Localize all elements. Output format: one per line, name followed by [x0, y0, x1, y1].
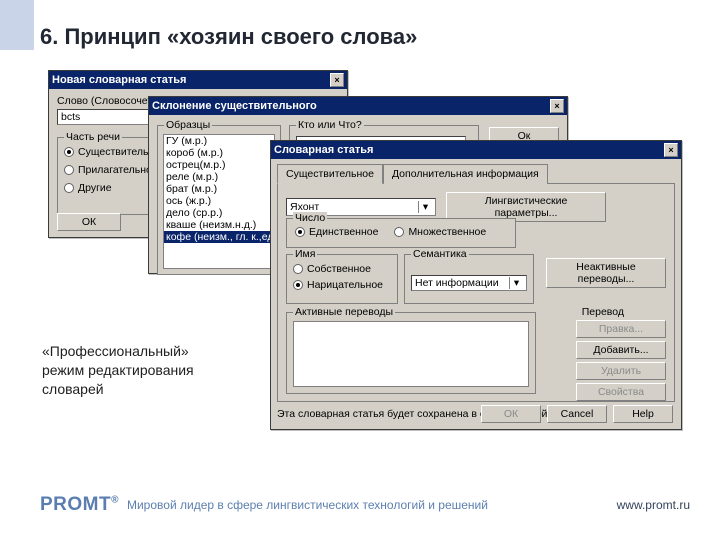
- group-name: Имя Собственное Нарицательное: [286, 254, 398, 304]
- ok-button[interactable]: ОК: [57, 213, 121, 231]
- cancel-button[interactable]: Cancel: [547, 405, 607, 423]
- add-button[interactable]: Добавить...: [576, 341, 666, 359]
- tab-row: Существительное Дополнительная информаци…: [277, 163, 675, 184]
- list-item[interactable]: короб (м.р.): [164, 147, 274, 159]
- radio-dot-icon: [293, 280, 303, 290]
- footer-tagline: Мировой лидер в сфере лингвистических те…: [127, 498, 488, 512]
- radio-plural[interactable]: Множественное: [394, 226, 486, 238]
- close-icon[interactable]: ×: [664, 143, 678, 157]
- semantics-combo[interactable]: Нет информации ▾: [411, 275, 527, 291]
- titlebar-text: Новая словарная статья: [52, 74, 330, 86]
- radio-dot-icon: [64, 183, 74, 193]
- radio-dot-icon: [64, 147, 74, 157]
- group-label-who: Кто или Что?: [296, 119, 364, 131]
- edit-button[interactable]: Правка...: [576, 320, 666, 338]
- tab-noun[interactable]: Существительное: [277, 164, 383, 184]
- brand-logo: PROMT®: [40, 494, 119, 516]
- radio-dot-icon: [293, 264, 303, 274]
- group-active-translations: Активные переводы: [286, 312, 536, 394]
- list-item[interactable]: реле (м.р.): [164, 171, 274, 183]
- ok-button[interactable]: ОК: [481, 405, 541, 423]
- radio-dot-icon: [394, 227, 404, 237]
- footer-site: www.promt.ru: [617, 498, 690, 512]
- caption: «Профессиональный» режим редактирования …: [42, 342, 194, 399]
- slide-accent: [0, 0, 34, 50]
- titlebar[interactable]: Новая словарная статья ×: [49, 71, 347, 89]
- list-item[interactable]: ГУ (м.р.): [164, 135, 274, 147]
- group-semantics: Семантика Нет информации ▾: [404, 254, 534, 304]
- tab-additional[interactable]: Дополнительная информация: [383, 164, 548, 184]
- group-label-name: Имя: [293, 248, 317, 260]
- footer: PROMT® Мировой лидер в сфере лингвистиче…: [40, 494, 690, 516]
- radio-common[interactable]: Нарицательное: [293, 279, 391, 291]
- delete-button[interactable]: Удалить: [576, 362, 666, 380]
- samples-list[interactable]: ГУ (м.р.)короб (м.р.)острец(м.р.)реле (м…: [163, 134, 275, 269]
- list-item[interactable]: ось (ж.р.): [164, 195, 274, 207]
- list-item[interactable]: острец(м.р.): [164, 159, 274, 171]
- close-icon[interactable]: ×: [330, 73, 344, 87]
- group-samples: Образцы ГУ (м.р.)короб (м.р.)острец(м.р.…: [157, 125, 281, 275]
- titlebar[interactable]: Словарная статья ×: [271, 141, 681, 159]
- titlebar[interactable]: Склонение существительного ×: [149, 97, 567, 115]
- dialog-dictionary-entry: Словарная статья × Существительное Допол…: [270, 140, 682, 430]
- inactive-translations-button[interactable]: Неактивные переводы...: [546, 258, 666, 288]
- group-label-pos: Часть речи: [64, 131, 122, 143]
- chevron-down-icon: ▾: [418, 201, 432, 213]
- group-number: Число Единственное Множественное: [286, 218, 516, 248]
- radio-dot-icon: [295, 227, 305, 237]
- list-item[interactable]: брат (м.р.): [164, 183, 274, 195]
- active-translations-list[interactable]: [293, 321, 529, 387]
- list-item[interactable]: кофе (неизм., гл. к.,ед.ч.): [164, 231, 274, 243]
- radio-dot-icon: [64, 165, 74, 175]
- titlebar-text: Словарная статья: [274, 144, 664, 156]
- slide-title: 6. Принцип «хозяин своего слова»: [40, 24, 417, 50]
- radio-singular[interactable]: Единственное: [295, 226, 378, 238]
- chevron-down-icon: ▾: [509, 277, 523, 289]
- help-button[interactable]: Help: [613, 405, 673, 423]
- properties-button[interactable]: Свойства: [576, 383, 666, 401]
- group-label-active: Активные переводы: [293, 306, 395, 318]
- titlebar-text: Склонение существительного: [152, 100, 550, 112]
- group-label-number: Число: [293, 212, 327, 224]
- close-icon[interactable]: ×: [550, 99, 564, 113]
- word-input[interactable]: bcts: [57, 109, 157, 125]
- list-item[interactable]: дело (ср.р.): [164, 207, 274, 219]
- label-translation: Перевод: [582, 306, 624, 318]
- radio-proper[interactable]: Собственное: [293, 263, 391, 275]
- list-item[interactable]: кваше (неизм.н.д.): [164, 219, 274, 231]
- group-label-semantics: Семантика: [411, 248, 469, 260]
- group-label-samples: Образцы: [164, 119, 212, 131]
